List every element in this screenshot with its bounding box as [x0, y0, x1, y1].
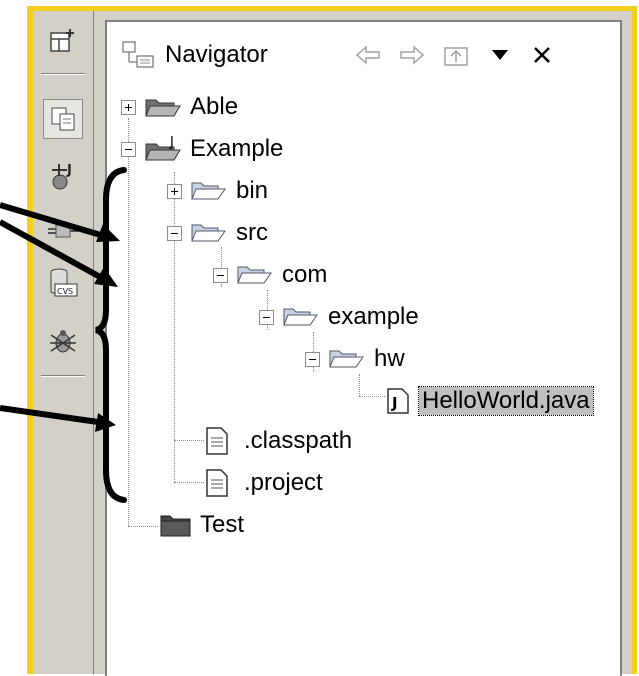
expand-toggle[interactable] — [167, 183, 182, 199]
tree-item-src[interactable]: src — [167, 214, 268, 252]
folder-icon — [191, 224, 226, 242]
perspective-toolbar: J CVS — [33, 11, 94, 674]
collapse-toggle[interactable] — [305, 351, 320, 367]
plugin-development-icon[interactable] — [43, 211, 83, 251]
go-up-icon[interactable] — [441, 40, 471, 70]
navigator-view: Navigator Able J Example bin src com exa… — [105, 20, 622, 676]
tree-item-com[interactable]: com — [213, 256, 327, 294]
svg-text:J: J — [66, 163, 72, 178]
resource-perspective-icon[interactable] — [43, 99, 83, 139]
text-file-icon — [206, 469, 228, 497]
folder-icon — [237, 266, 272, 284]
expand-toggle[interactable] — [121, 99, 136, 115]
view-header: Navigator — [107, 22, 620, 88]
tree-item-label: Example — [190, 135, 284, 162]
tree-item-label: src — [236, 219, 268, 246]
back-arrow-icon[interactable] — [353, 40, 383, 70]
folder-icon — [191, 182, 226, 200]
close-icon[interactable] — [527, 40, 557, 70]
svg-text:J: J — [391, 394, 398, 412]
java-project-icon: J — [145, 135, 181, 161]
tree-item-label: Test — [200, 511, 245, 538]
open-project-icon — [145, 99, 181, 117]
java-perspective-icon[interactable]: J — [43, 156, 83, 196]
tree-item-label: .classpath — [244, 427, 353, 454]
tree-item-label: Able — [190, 93, 239, 120]
tree-item-hw[interactable]: hw — [305, 340, 405, 378]
tree-connector — [174, 440, 204, 441]
view-menu-triangle-icon[interactable] — [485, 40, 515, 70]
tree-item-bin[interactable]: bin — [167, 172, 268, 210]
tree-connector — [128, 526, 158, 527]
tree-item-example-package[interactable]: example — [259, 298, 419, 336]
cvs-repository-icon[interactable]: CVS — [43, 263, 83, 303]
forward-arrow-icon[interactable] — [397, 40, 427, 70]
open-perspective-icon[interactable] — [43, 21, 83, 61]
tree-item-helloworld-java[interactable]: J HelloWorld.java — [385, 382, 594, 420]
tree-connector — [359, 396, 385, 397]
svg-text:CVS: CVS — [57, 287, 73, 296]
tree-item-example[interactable]: J Example — [121, 130, 283, 168]
collapse-toggle[interactable] — [213, 267, 228, 283]
collapse-toggle[interactable] — [259, 309, 274, 325]
folder-icon — [329, 350, 364, 368]
view-title: Navigator — [165, 41, 268, 68]
tree-item-label: bin — [236, 177, 269, 204]
tree-item-label: example — [328, 303, 419, 330]
debug-perspective-icon[interactable] — [43, 321, 83, 361]
folder-icon — [283, 308, 318, 326]
java-file-icon: J — [387, 388, 409, 414]
collapse-toggle[interactable] — [121, 141, 136, 157]
tree-connector — [174, 482, 204, 483]
closed-project-icon — [160, 515, 191, 537]
tree-item-label: HelloWorld.java — [418, 386, 594, 416]
tree-item-label: .project — [244, 469, 323, 496]
collapse-toggle[interactable] — [167, 225, 182, 241]
tree-item-classpath[interactable]: .classpath — [204, 422, 352, 460]
tree-item-test[interactable]: Test — [158, 506, 244, 544]
tree-item-project[interactable]: .project — [204, 464, 323, 502]
tree-item-able[interactable]: Able — [121, 88, 238, 126]
navigator-view-icon — [121, 40, 155, 74]
toolbar-separator — [41, 375, 85, 377]
svg-text:J: J — [169, 135, 174, 150]
tree-item-label: com — [282, 261, 328, 288]
tree-item-label: hw — [374, 345, 405, 372]
toolbar-separator — [41, 73, 85, 75]
text-file-icon — [206, 427, 228, 455]
tree-connector — [128, 118, 129, 526]
